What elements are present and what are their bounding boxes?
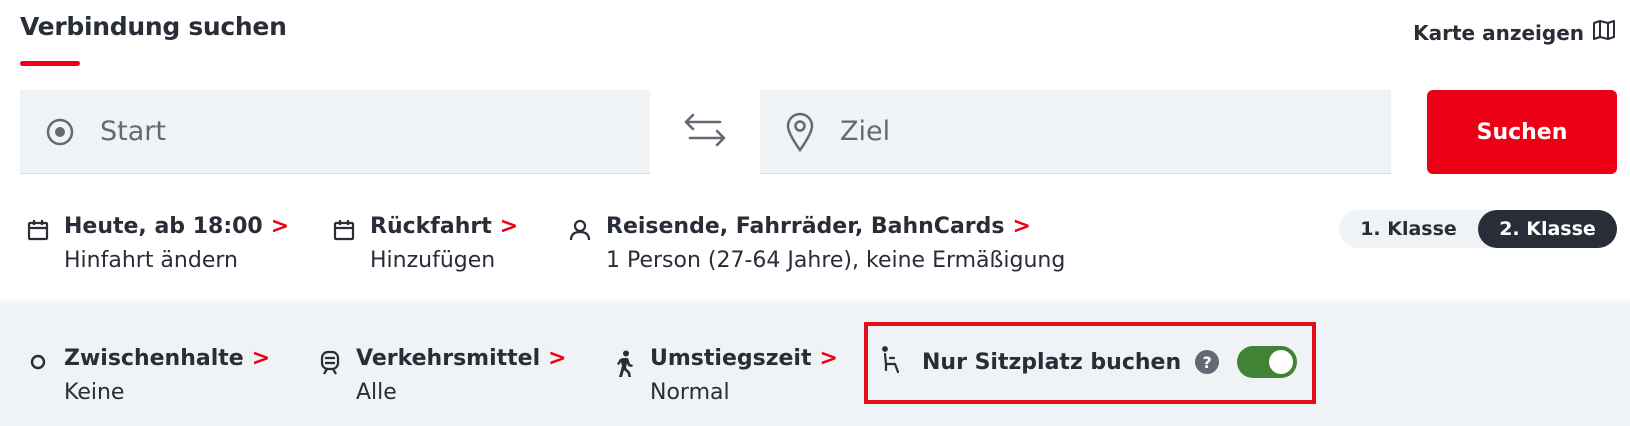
stop-circle-icon bbox=[20, 346, 64, 374]
show-map-label: Karte anzeigen bbox=[1413, 20, 1584, 45]
train-icon bbox=[312, 346, 356, 376]
hinfahrt-label: Heute, ab 18:00 bbox=[64, 214, 263, 239]
reisende-option[interactable]: Reisende, Fahrräder, BahnCards > 1 Person… bbox=[562, 214, 1065, 273]
zwischenhalte-sub: Keine bbox=[64, 380, 125, 405]
sitzplatz-label: Nur Sitzplatz buchen bbox=[922, 349, 1182, 375]
page-title: Verbindung suchen bbox=[20, 12, 287, 41]
walking-person-icon bbox=[606, 346, 650, 378]
chevron-right-icon: > bbox=[251, 346, 271, 371]
search-button[interactable]: Suchen bbox=[1427, 90, 1617, 174]
zwischenhalte-label: Zwischenhalte bbox=[64, 346, 244, 371]
rueckfahrt-label: Rückfahrt bbox=[370, 214, 492, 239]
verkehrsmittel-option[interactable]: Verkehrsmittel > Alle bbox=[312, 346, 567, 405]
rueckfahrt-sub: Hinzufügen bbox=[370, 248, 496, 273]
show-map-link[interactable]: Karte anzeigen bbox=[1413, 18, 1616, 47]
verkehrsmittel-label: Verkehrsmittel bbox=[356, 346, 541, 371]
chevron-right-icon: > bbox=[1012, 214, 1031, 239]
klasse-2-option[interactable]: 2. Klasse bbox=[1478, 210, 1617, 248]
klasse-switch[interactable]: 1. Klasse 2. Klasse bbox=[1339, 210, 1617, 248]
swap-arrows-icon bbox=[682, 110, 728, 154]
chevron-right-icon: > bbox=[499, 214, 519, 239]
reisende-label: Reisende, Fahrräder, BahnCards bbox=[606, 214, 1005, 239]
start-placeholder: Start bbox=[100, 116, 166, 147]
klasse-1-option[interactable]: 1. Klasse bbox=[1339, 210, 1478, 248]
calendar-icon bbox=[20, 214, 64, 242]
ziel-placeholder: Ziel bbox=[840, 116, 891, 147]
ziel-field[interactable]: Ziel bbox=[760, 90, 1391, 174]
toggle-knob bbox=[1269, 350, 1294, 374]
chevron-right-icon: > bbox=[270, 214, 290, 239]
person-icon bbox=[562, 214, 606, 242]
location-target-icon bbox=[20, 116, 100, 148]
chevron-right-icon: > bbox=[819, 346, 838, 371]
umstiegszeit-label: Umstiegszeit bbox=[650, 346, 812, 371]
start-field[interactable]: Start bbox=[20, 90, 650, 174]
help-icon[interactable]: ? bbox=[1195, 350, 1220, 374]
hinfahrt-sub: Hinfahrt ändern bbox=[64, 248, 238, 273]
zwischenhalte-option[interactable]: Zwischenhalte > Keine bbox=[20, 346, 270, 405]
title-underline bbox=[20, 61, 80, 66]
chevron-right-icon: > bbox=[548, 346, 567, 371]
hinfahrt-option[interactable]: Heute, ab 18:00 > Hinfahrt ändern bbox=[20, 214, 289, 273]
map-icon bbox=[1592, 18, 1616, 47]
location-pin-icon bbox=[760, 112, 840, 152]
swap-button[interactable] bbox=[680, 110, 730, 154]
rueckfahrt-option[interactable]: Rückfahrt > Hinzufügen bbox=[326, 214, 518, 273]
sitzplatz-option[interactable]: Nur Sitzplatz buchen ? bbox=[880, 346, 1298, 378]
verkehrsmittel-sub: Alle bbox=[356, 380, 397, 405]
calendar-icon bbox=[326, 214, 370, 242]
umstiegszeit-sub: Normal bbox=[650, 380, 730, 405]
umstiegszeit-option[interactable]: Umstiegszeit > Normal bbox=[606, 346, 838, 405]
sitzplatz-toggle[interactable] bbox=[1237, 346, 1298, 378]
reisende-sub: 1 Person (27-64 Jahre), keine Ermäßigung bbox=[606, 248, 1066, 273]
seat-icon bbox=[880, 346, 906, 378]
